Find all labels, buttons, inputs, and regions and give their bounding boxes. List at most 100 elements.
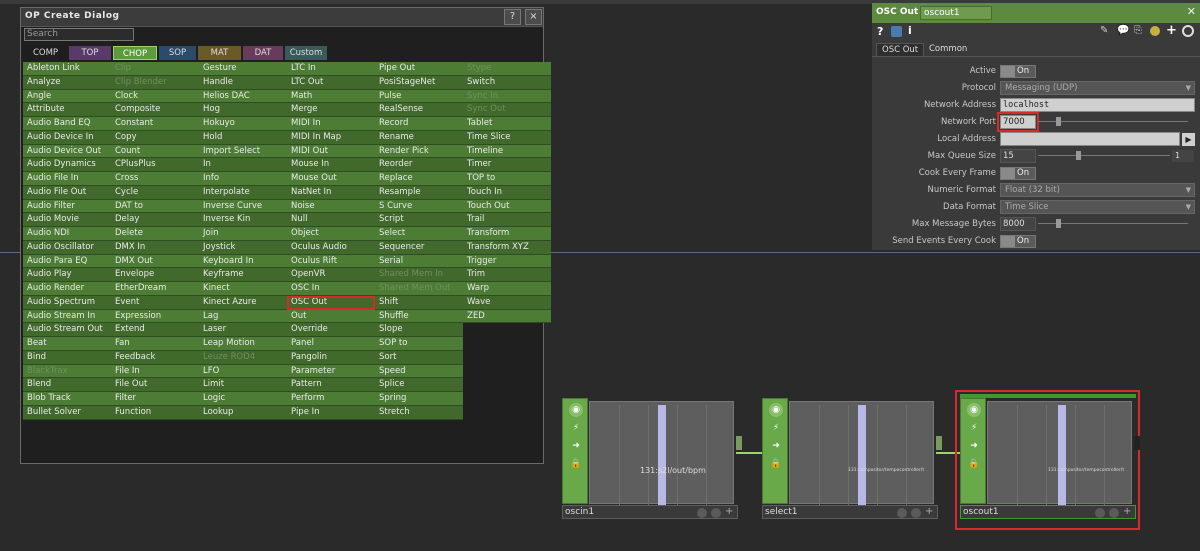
max-queue-step-field[interactable]: 1: [1172, 150, 1194, 162]
edit-icon[interactable]: ✎: [1100, 25, 1108, 36]
active-toggle[interactable]: On: [1000, 65, 1036, 78]
op-item-sync-out[interactable]: Sync Out: [463, 103, 551, 117]
lock-icon[interactable]: 🔒: [967, 457, 981, 471]
op-item-pipe-in[interactable]: Pipe In: [287, 405, 375, 420]
display-dot-icon[interactable]: [1109, 508, 1119, 518]
lock-icon[interactable]: 🔒: [569, 457, 583, 471]
op-item-analyze[interactable]: Analyze: [23, 75, 111, 90]
add-icon[interactable]: +: [925, 506, 933, 517]
op-item-switch[interactable]: Switch: [463, 75, 551, 90]
op-item-transform-xyz[interactable]: Transform XYZ: [463, 240, 551, 255]
op-item-audio-band-eq[interactable]: Audio Band EQ: [23, 117, 111, 131]
op-item-stype[interactable]: Stype: [463, 62, 551, 76]
op-item-midi-out[interactable]: MIDI Out: [287, 144, 375, 159]
op-item-ltc-out[interactable]: LTC Out: [287, 75, 375, 90]
op-item-count[interactable]: Count: [111, 144, 199, 159]
op-item-gesture[interactable]: Gesture: [199, 62, 287, 76]
op-item-dat-to[interactable]: DAT to: [111, 199, 199, 214]
op-item-audio-play[interactable]: Audio Play: [23, 268, 111, 282]
op-item-delete[interactable]: Delete: [111, 227, 199, 241]
op-item-blob-track[interactable]: Blob Track: [23, 392, 111, 406]
network-address-field[interactable]: localhost: [1000, 98, 1195, 112]
op-item-audio-movie[interactable]: Audio Movie: [23, 213, 111, 227]
op-item-info[interactable]: Info: [199, 172, 287, 186]
viewer-icon[interactable]: ◉: [569, 403, 583, 417]
op-item-import-select[interactable]: Import Select: [199, 144, 287, 159]
op-item-lfo[interactable]: LFO: [199, 364, 287, 379]
op-item-touch-out[interactable]: Touch Out: [463, 199, 551, 214]
op-item-panel[interactable]: Panel: [287, 337, 375, 351]
op-item-audio-file-in[interactable]: Audio File In: [23, 172, 111, 186]
op-item-lookup[interactable]: Lookup: [199, 405, 287, 420]
op-item-serial[interactable]: Serial: [375, 254, 463, 269]
bypass-icon[interactable]: ⚡: [769, 421, 783, 435]
close-button[interactable]: ×: [525, 9, 542, 25]
protocol-menu[interactable]: Messaging (UDP) ▼: [1000, 81, 1195, 95]
op-item-audio-stream-in[interactable]: Audio Stream In: [23, 309, 111, 324]
op-item-sort[interactable]: Sort: [375, 350, 463, 365]
op-item-override[interactable]: Override: [287, 323, 375, 337]
op-item-trail[interactable]: Trail: [463, 213, 551, 227]
display-icon[interactable]: ➜: [769, 439, 783, 453]
max-queue-size-knob[interactable]: [1076, 151, 1081, 160]
op-item-speed[interactable]: Speed: [375, 364, 463, 379]
op-item-pangolin[interactable]: Pangolin: [287, 350, 375, 365]
op-item-join[interactable]: Join: [199, 227, 287, 241]
family-tab-custom[interactable]: Custom: [285, 46, 327, 60]
op-item-resample[interactable]: Resample: [375, 185, 463, 200]
bypass-icon[interactable]: ⚡: [569, 421, 583, 435]
op-item-top-to[interactable]: TOP to: [463, 172, 551, 186]
op-item-parameter[interactable]: Parameter: [287, 364, 375, 379]
send-events-toggle[interactable]: On: [1000, 235, 1036, 248]
op-item-transform[interactable]: Transform: [463, 227, 551, 241]
node-oscin1[interactable]: ◉ ⚡ ➜ 🔒 131:s2l/out/bpm oscin1 +: [562, 398, 742, 520]
op-item-record[interactable]: Record: [375, 117, 463, 131]
family-tab-sop[interactable]: SOP: [159, 46, 196, 60]
op-item-osc-in[interactable]: OSC In: [287, 282, 375, 296]
family-tab-chop[interactable]: CHOP: [113, 46, 157, 60]
op-item-inverse-curve[interactable]: Inverse Curve: [199, 199, 287, 214]
op-item-pulse[interactable]: Pulse: [375, 89, 463, 104]
close-panel-icon[interactable]: ✕: [1187, 5, 1196, 18]
op-item-delay[interactable]: Delay: [111, 213, 199, 227]
op-item-slope[interactable]: Slope: [375, 323, 463, 337]
op-item-render-pick[interactable]: Render Pick: [375, 144, 463, 159]
op-name-field[interactable]: oscout1: [920, 6, 992, 20]
network-port-field[interactable]: 7000: [997, 112, 1039, 132]
bypass-icon[interactable]: ⚡: [967, 421, 981, 435]
op-item-reorder[interactable]: Reorder: [375, 158, 463, 172]
output-connector[interactable]: [936, 436, 942, 450]
display-dot-icon[interactable]: [711, 508, 721, 518]
op-item-perform[interactable]: Perform: [287, 392, 375, 406]
op-item-beat[interactable]: Beat: [23, 337, 111, 351]
op-item-dmx-out[interactable]: DMX Out: [111, 254, 199, 269]
op-item-audio-render[interactable]: Audio Render: [23, 282, 111, 296]
max-message-bytes-knob[interactable]: [1056, 219, 1061, 228]
op-item-ltc-in[interactable]: LTC In: [287, 62, 375, 76]
display-icon[interactable]: ➜: [569, 439, 583, 453]
op-item-limit[interactable]: Limit: [199, 378, 287, 392]
op-item-posistagenet[interactable]: PosiStageNet: [375, 75, 463, 90]
op-item-oculus-audio[interactable]: Oculus Audio: [287, 240, 375, 255]
tab-osc-out[interactable]: OSC Out: [876, 43, 925, 56]
op-item-blacktrax[interactable]: BlackTrax: [23, 364, 111, 379]
op-item-constant[interactable]: Constant: [111, 117, 199, 131]
numeric-format-menu[interactable]: Float (32 bit) ▼: [1000, 183, 1195, 197]
op-item-shuffle[interactable]: Shuffle: [375, 309, 463, 324]
op-item-null[interactable]: Null: [287, 213, 375, 227]
family-tab-dat[interactable]: DAT: [243, 46, 283, 60]
op-item-composite[interactable]: Composite: [111, 103, 199, 117]
op-item-noise[interactable]: Noise: [287, 199, 375, 214]
op-item-hog[interactable]: Hog: [199, 103, 287, 117]
op-item-dmx-in[interactable]: DMX In: [111, 240, 199, 255]
op-item-joystick[interactable]: Joystick: [199, 240, 287, 255]
op-item-event[interactable]: Event: [111, 295, 199, 310]
op-item-audio-dynamics[interactable]: Audio Dynamics: [23, 158, 111, 172]
clone-dot-icon[interactable]: [1095, 508, 1105, 518]
op-item-shared-mem-in[interactable]: Shared Mem In: [375, 268, 463, 282]
family-tab-comp[interactable]: COMP: [24, 46, 67, 60]
family-tab-top[interactable]: TOP: [69, 46, 111, 60]
op-item-shift[interactable]: Shift: [375, 295, 463, 310]
op-item-kinect-azure[interactable]: Kinect Azure: [199, 295, 287, 310]
op-item-keyboard-in[interactable]: Keyboard In: [199, 254, 287, 269]
